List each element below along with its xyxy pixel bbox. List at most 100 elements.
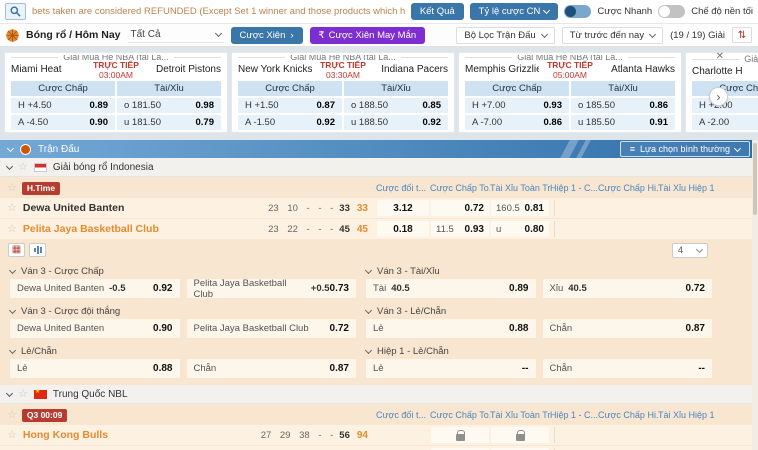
odds-cell[interactable]: o 185.500.86 xyxy=(571,98,675,113)
bet-option[interactable]: Dewa United Banten0.90 xyxy=(10,319,180,338)
odds-cell[interactable]: u 188.500.92 xyxy=(344,115,448,130)
league-name: Trung Quốc NBL xyxy=(53,389,128,400)
close-icon[interactable]: ✕ xyxy=(716,52,724,62)
odds-cell[interactable]: A -2.00 xyxy=(692,115,758,130)
live-clock-icon xyxy=(20,144,31,155)
bet-option[interactable]: Chẵn0.87 xyxy=(543,319,713,338)
market-count-select[interactable]: 4 xyxy=(672,243,708,258)
handicap-odds[interactable]: 0.72 xyxy=(431,200,489,216)
col-h1-moneyline[interactable]: Hiệp 1 - C... xyxy=(550,410,598,420)
favorite-star-icon[interactable]: ☆ xyxy=(7,203,17,214)
bet-option[interactable]: Pelita Jaya Basketball Club+0.50.73 xyxy=(187,279,357,298)
moneyline-odds[interactable]: 0.18 xyxy=(377,221,429,237)
arrow-right-icon: › xyxy=(717,90,721,104)
bet-option[interactable]: Pelita Jaya Basketball Club0.72 xyxy=(187,319,357,338)
col-handicap-ft[interactable]: Cược Chấp To... xyxy=(430,183,490,193)
stats-table-button[interactable]: ▦ xyxy=(8,243,25,257)
results-button[interactable]: Kết Quả xyxy=(411,3,464,20)
away-team: Indiana Pacers xyxy=(374,64,448,75)
time-filter-dropdown[interactable]: Từ trước đến nay xyxy=(562,27,663,44)
league-header-china-nbl[interactable]: ☆ Trung Quốc NBL xyxy=(0,385,758,404)
odds-cell[interactable]: A -1.500.92 xyxy=(238,115,342,130)
moneyline-odds[interactable]: 3.12 xyxy=(377,200,429,216)
indonesia-flag-icon xyxy=(34,163,47,172)
odds-cell[interactable]: u 181.500.79 xyxy=(117,115,221,130)
league-count: (19 / 19) Giải xyxy=(670,30,725,41)
match-card[interactable]: Giải Mùa Hè NBA (tại La... New York Knic… xyxy=(231,52,455,133)
col-h1-handicap[interactable]: Cược Chấp Hi... xyxy=(598,410,658,420)
search-button[interactable] xyxy=(5,3,26,20)
quick-bet-toggle[interactable] xyxy=(564,5,591,18)
bet-option[interactable]: Lẻ-- xyxy=(366,359,536,378)
panel-header[interactable]: Hiệp 1 - Lẻ/Chẵn xyxy=(366,344,712,359)
favorite-star-icon[interactable]: ☆ xyxy=(18,389,28,400)
favorite-star-icon[interactable]: ☆ xyxy=(7,224,17,235)
carousel-next-button[interactable]: › xyxy=(709,87,728,106)
chart-button[interactable] xyxy=(29,243,46,257)
sort-leagues-button[interactable]: ⇅ xyxy=(732,27,752,43)
odds-type-button[interactable]: Tỷ lệ cược CN xyxy=(470,3,559,20)
home-team: Charlotte H xyxy=(692,66,758,77)
bet-option[interactable]: Chẵn-- xyxy=(543,359,713,378)
collapse-chevron-icon[interactable] xyxy=(7,144,14,151)
match-card[interactable]: Giải Mùa Hè NBA (tại La... Miami Heat TR… xyxy=(4,52,228,133)
bet-option[interactable]: Dewa United Banten-0.50.92 xyxy=(10,279,180,298)
lucky-parlay-button[interactable]: ₹Cược Xiên May Mắn xyxy=(310,27,426,44)
col-moneyline[interactable]: Cược đối t... xyxy=(376,183,430,193)
col-h1-handicap[interactable]: Cược Chấp Hi... xyxy=(598,183,658,193)
vertical-scrollbar[interactable] xyxy=(752,140,758,450)
col-handicap-ft[interactable]: Cược Chấp To... xyxy=(430,410,490,420)
list-icon: ≡ xyxy=(630,144,635,154)
grid-icon: ▦ xyxy=(12,245,21,255)
filter-bar-right: Bộ Lọc Trận Đấu Từ trước đến nay (19 / 1… xyxy=(456,27,752,44)
panel-header[interactable]: Lẻ/Chẵn xyxy=(10,344,356,359)
league-header-indonesia[interactable]: ☆ Giải bóng rổ Indonesia xyxy=(0,158,758,177)
odds-cell[interactable]: A -4.500.90 xyxy=(11,115,115,130)
odds-cell[interactable]: H +1.500.87 xyxy=(238,98,342,113)
col-overunder-ft[interactable]: Tài Xỉu Toàn Tr... xyxy=(490,183,550,193)
favorite-star-icon[interactable]: ☆ xyxy=(7,410,17,421)
bet-option[interactable]: Lẻ0.88 xyxy=(366,319,536,338)
live-cards-strip: Giải Mùa Hè NBA (tại La... Miami Heat TR… xyxy=(0,47,758,140)
bet-option[interactable]: Lẻ0.88 xyxy=(10,359,180,378)
bet-option[interactable]: Tài40.50.89 xyxy=(366,279,536,298)
scrollbar-thumb[interactable] xyxy=(753,143,757,215)
total-score: 33 xyxy=(357,203,368,214)
basketball-icon xyxy=(6,29,19,42)
favorite-star-icon[interactable]: ☆ xyxy=(7,430,17,441)
odds-cell[interactable]: H +4.500.89 xyxy=(11,98,115,113)
match-filter-dropdown[interactable]: Bộ Lọc Trận Đấu xyxy=(456,27,554,44)
league-filter-select[interactable]: Tất Cả xyxy=(128,27,224,43)
odds-cell[interactable]: o 188.500.85 xyxy=(344,98,448,113)
bet-option[interactable]: Xỉu40.50.72 xyxy=(543,279,713,298)
col-h1-overunder[interactable]: Tài Xỉu Hiệp 1 xyxy=(658,410,716,420)
col-h1-overunder[interactable]: Tài Xỉu Hiệp 1 xyxy=(658,183,716,193)
top-bar: bets taken are considered REFUNDED (Exce… xyxy=(0,0,758,24)
announcement-marquee: bets taken are considered REFUNDED (Exce… xyxy=(32,6,405,17)
favorite-star-icon[interactable]: ☆ xyxy=(18,162,28,173)
odds-cell[interactable]: H +7.000.93 xyxy=(465,98,569,113)
handicap-odds[interactable]: 11.50.93 xyxy=(431,221,489,237)
handicap-header: Cược Chấp xyxy=(11,81,115,96)
overunder-odds[interactable]: u0.80 xyxy=(491,221,549,237)
panel-header[interactable]: Ván 3 - Tài/Xỉu xyxy=(366,264,712,279)
match-card[interactable]: Giải Mùa Hè NBA (tại La... Memphis Grizz… xyxy=(458,52,682,133)
odds-cell[interactable]: o 181.500.98 xyxy=(117,98,221,113)
bet-option[interactable]: Chẵn0.87 xyxy=(187,359,357,378)
dark-mode-toggle[interactable] xyxy=(658,5,685,18)
panel-header[interactable]: Ván 3 - Lẻ/Chẵn xyxy=(366,304,712,319)
chevron-down-icon xyxy=(649,30,656,37)
panel-header[interactable]: Ván 3 - Cược đội thắng xyxy=(10,304,356,319)
collapse-chevron-icon[interactable] xyxy=(6,162,13,169)
view-mode-button[interactable]: ≡ Lựa chọn bình thường xyxy=(620,141,750,157)
overunder-odds[interactable]: 160.50.81 xyxy=(491,200,549,216)
col-overunder-ft[interactable]: Tài Xỉu Toàn Tr... xyxy=(490,410,550,420)
col-h1-moneyline[interactable]: Hiệp 1 - C... xyxy=(550,183,598,193)
odds-cell[interactable]: u 185.500.91 xyxy=(571,115,675,130)
col-moneyline[interactable]: Cược đối t... xyxy=(376,410,430,420)
favorite-star-icon[interactable]: ☆ xyxy=(7,183,17,194)
odds-cell[interactable]: A -7.000.86 xyxy=(465,115,569,130)
away-team: Detroit Pistons xyxy=(147,64,221,75)
parlay-button[interactable]: Cược Xiên› xyxy=(231,27,303,44)
collapse-chevron-icon[interactable] xyxy=(6,389,13,396)
